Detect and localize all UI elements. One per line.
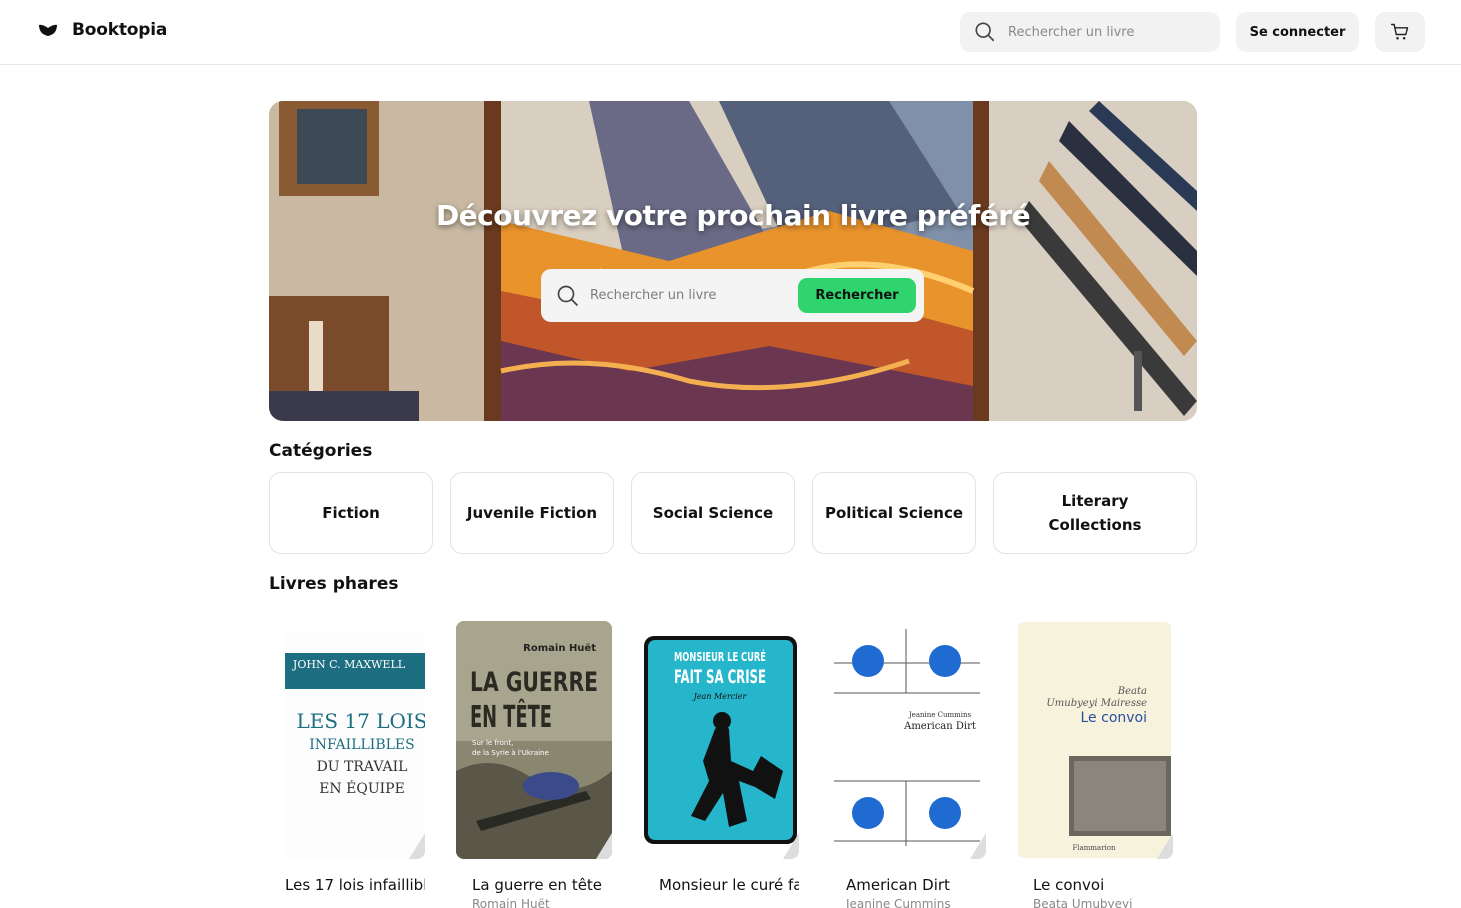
book-card[interactable]: Jeanine Cummins American Dirt American D… [830, 621, 986, 908]
hero-banner: Découvrez votre prochain livre préféré R… [269, 101, 1197, 421]
featured-books-list: JOHN C. MAXWELL LES 17 LOIS INFAILLIBLES… [269, 621, 1197, 908]
book-card[interactable]: MONSIEUR LE CURÉ FAIT SA CRISE Jean Merc… [643, 621, 799, 908]
cover-text: American Dirt [903, 721, 976, 732]
cover-text: JOHN C. MAXWELL [292, 658, 406, 671]
cover-text: EN ÉQUIPE [319, 779, 405, 797]
book-card[interactable]: JOHN C. MAXWELL LES 17 LOIS INFAILLIBLES… [269, 621, 425, 908]
category-political-science[interactable]: Political Science [812, 472, 976, 554]
hero-background-image [269, 101, 1197, 421]
brand-logo[interactable]: Booktopia [38, 20, 167, 40]
cover-text: DU TRAVAIL [317, 759, 408, 775]
book-title[interactable]: Le convoi [1017, 875, 1173, 896]
book-cover[interactable]: JOHN C. MAXWELL LES 17 LOIS INFAILLIBLES… [269, 621, 425, 859]
category-literary-collections[interactable]: Literary Collections [993, 472, 1197, 554]
cover-text: MONSIEUR LE CURÉ [674, 649, 766, 664]
category-social-science[interactable]: Social Science [631, 472, 795, 554]
book-title[interactable]: Monsieur le curé fait sa crise [643, 875, 799, 896]
book-cover-image: Beata Umubyeyi Mairesse Le convoi Flamma… [1017, 621, 1173, 859]
hero-search-input[interactable] [590, 288, 785, 303]
cover-text: Le convoi [1081, 710, 1148, 726]
book-author: Romain Huët [472, 897, 550, 908]
book-author: Beata Umubyeyi [1033, 897, 1133, 908]
search-icon [557, 285, 578, 306]
book-cover-image: JOHN C. MAXWELL LES 17 LOIS INFAILLIBLES… [269, 621, 425, 859]
featured-heading: Livres phares [269, 574, 399, 594]
cover-text: Jeanine Cummins [908, 711, 972, 719]
categories-list: Fiction Juvenile Fiction Social Science … [269, 472, 1197, 554]
login-button[interactable]: Se connecter [1236, 12, 1359, 52]
book-title[interactable]: American Dirt [830, 875, 986, 896]
book-cover-image: Jeanine Cummins American Dirt [830, 621, 986, 859]
book-author: Jeanine Cummins [846, 897, 951, 908]
book-cover[interactable]: MONSIEUR LE CURÉ FAIT SA CRISE Jean Merc… [643, 621, 799, 859]
header-search-input[interactable] [1008, 24, 1198, 40]
book-card[interactable]: Beata Umubyeyi Mairesse Le convoi Flamma… [1017, 621, 1173, 908]
book-cover-image: MONSIEUR LE CURÉ FAIT SA CRISE Jean Merc… [643, 621, 799, 859]
hero-search-button[interactable]: Rechercher [798, 278, 916, 313]
cover-text: LES 17 LOIS [296, 709, 425, 733]
cover-text: Flammarion [1072, 844, 1116, 852]
search-icon [975, 22, 995, 42]
hero-title: Découvrez votre prochain livre préféré [435, 199, 1031, 232]
logo-icon [39, 24, 57, 36]
category-fiction[interactable]: Fiction [269, 472, 433, 554]
cover-text: Romain Huët [523, 643, 596, 654]
cover-text: Jean Mercier [692, 692, 748, 701]
category-juvenile-fiction[interactable]: Juvenile Fiction [450, 472, 614, 554]
categories-heading: Catégories [269, 441, 373, 461]
book-cover[interactable]: Beata Umubyeyi Mairesse Le convoi Flamma… [1017, 621, 1173, 859]
hero-search-bar[interactable]: Rechercher [541, 269, 924, 322]
book-cover[interactable]: Romain Huët LA GUERRE EN TÊTE Sur le fro… [456, 621, 612, 859]
cart-button[interactable] [1375, 12, 1425, 52]
cover-text: FAIT SA CRISE [674, 666, 766, 688]
cover-text: Sur le front, [472, 739, 513, 747]
cover-text: LA GUERRE [470, 667, 598, 698]
header-search-bar[interactable] [960, 12, 1220, 52]
book-title[interactable]: Les 17 lois infaillibles du travail [269, 875, 425, 896]
cover-text: EN TÊTE [470, 699, 552, 735]
brand-name: Booktopia [72, 20, 168, 40]
cart-icon [1390, 23, 1409, 40]
cover-text: Beata [1117, 686, 1147, 697]
cover-text: INFAILLIBLES [309, 737, 414, 753]
book-cover-image: Romain Huët LA GUERRE EN TÊTE Sur le fro… [456, 621, 612, 859]
top-navbar: Booktopia Se connecter [0, 0, 1461, 65]
book-title[interactable]: La guerre en tête [456, 875, 612, 896]
book-cover[interactable]: Jeanine Cummins American Dirt [830, 621, 986, 859]
cover-text: Umubyeyi Mairesse [1046, 698, 1147, 709]
cover-text: de la Syrie à l'Ukraine [472, 749, 549, 757]
book-card[interactable]: Romain Huët LA GUERRE EN TÊTE Sur le fro… [456, 621, 612, 908]
